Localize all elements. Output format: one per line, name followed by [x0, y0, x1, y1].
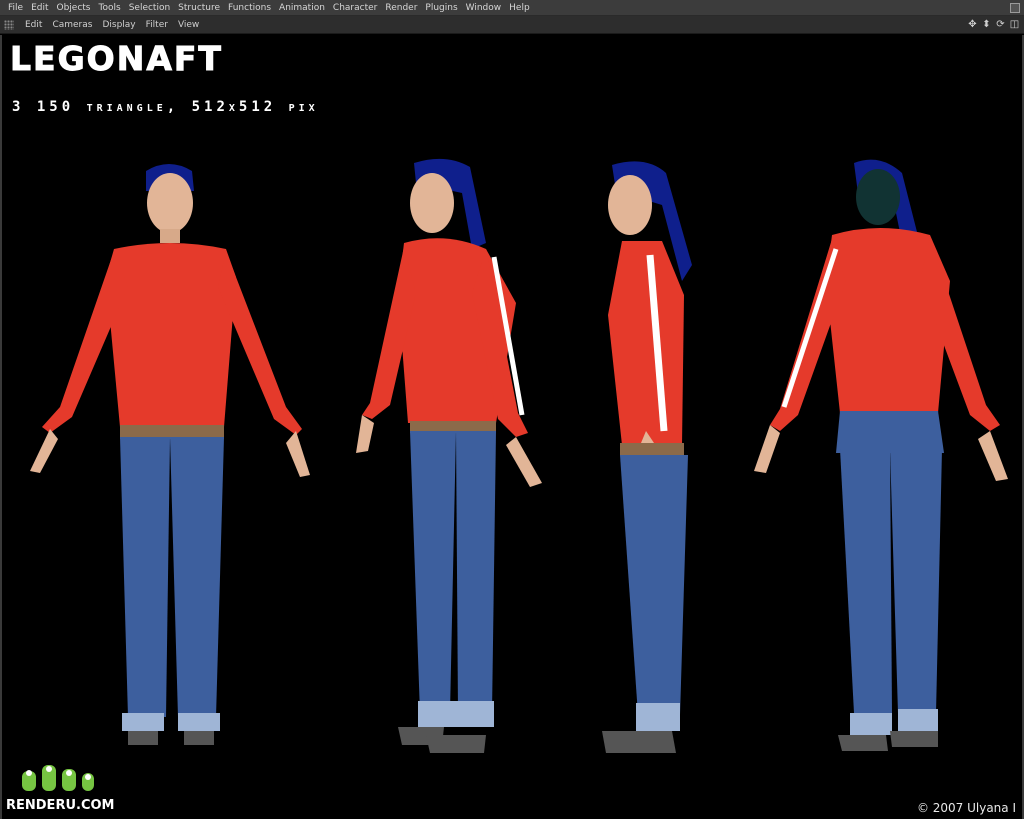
menu-bar: File Edit Objects Tools Selection Struct…: [0, 0, 1024, 16]
front-view-figure: [30, 164, 310, 745]
viewport-menu-filter[interactable]: Filter: [141, 16, 173, 34]
menu-window[interactable]: Window: [462, 0, 506, 16]
menu-selection[interactable]: Selection: [125, 0, 174, 16]
model-title: LEGONAFT: [10, 39, 223, 79]
viewport-menu-edit[interactable]: Edit: [20, 16, 47, 34]
menu-plugins[interactable]: Plugins: [421, 0, 461, 16]
copyright-text: © 2007 Ulyana I: [916, 801, 1016, 815]
back-view-figure: [754, 159, 1008, 751]
back-view: [750, 153, 1020, 753]
menu-render[interactable]: Render: [381, 0, 421, 16]
menu-functions[interactable]: Functions: [224, 0, 275, 16]
menu-objects[interactable]: Objects: [53, 0, 95, 16]
window-restore-icon[interactable]: [1010, 3, 1020, 13]
move-view-icon[interactable]: ✥: [967, 19, 978, 30]
model-specs: 3 150 triangle, 512x512 pix: [12, 99, 319, 115]
rotate-view-icon[interactable]: ⟳: [995, 19, 1006, 30]
three-quarter-view-figure: [356, 158, 542, 753]
viewport-canvas[interactable]: LEGONAFT 3 150 triangle, 512x512 pix REN…: [0, 35, 1024, 819]
zoom-view-icon[interactable]: ⬍: [981, 19, 992, 30]
menu-tools[interactable]: Tools: [95, 0, 125, 16]
menu-help[interactable]: Help: [505, 0, 534, 16]
menu-animation[interactable]: Animation: [275, 0, 329, 16]
menu-structure[interactable]: Structure: [174, 0, 224, 16]
viewport-nav-icons: ✥ ⬍ ⟳ ◫: [967, 19, 1020, 30]
viewport-toolbar: Edit Cameras Display Filter View ✥ ⬍ ⟳ ◫: [0, 16, 1024, 34]
toolbar-grip-icon[interactable]: [4, 19, 14, 30]
side-view-figure: [602, 161, 692, 753]
viewport-menu-view[interactable]: View: [173, 16, 204, 34]
side-view: [592, 155, 722, 755]
menu-character[interactable]: Character: [329, 0, 381, 16]
front-view: [24, 157, 324, 747]
menu-file[interactable]: File: [4, 0, 27, 16]
three-quarter-view: [346, 153, 556, 753]
maximize-view-icon[interactable]: ◫: [1009, 19, 1020, 30]
viewport-menu-display[interactable]: Display: [97, 16, 140, 34]
menu-edit[interactable]: Edit: [27, 0, 52, 16]
viewport-menu-cameras[interactable]: Cameras: [47, 16, 97, 34]
renderu-logo-text: RENDERU.COM: [6, 798, 115, 813]
